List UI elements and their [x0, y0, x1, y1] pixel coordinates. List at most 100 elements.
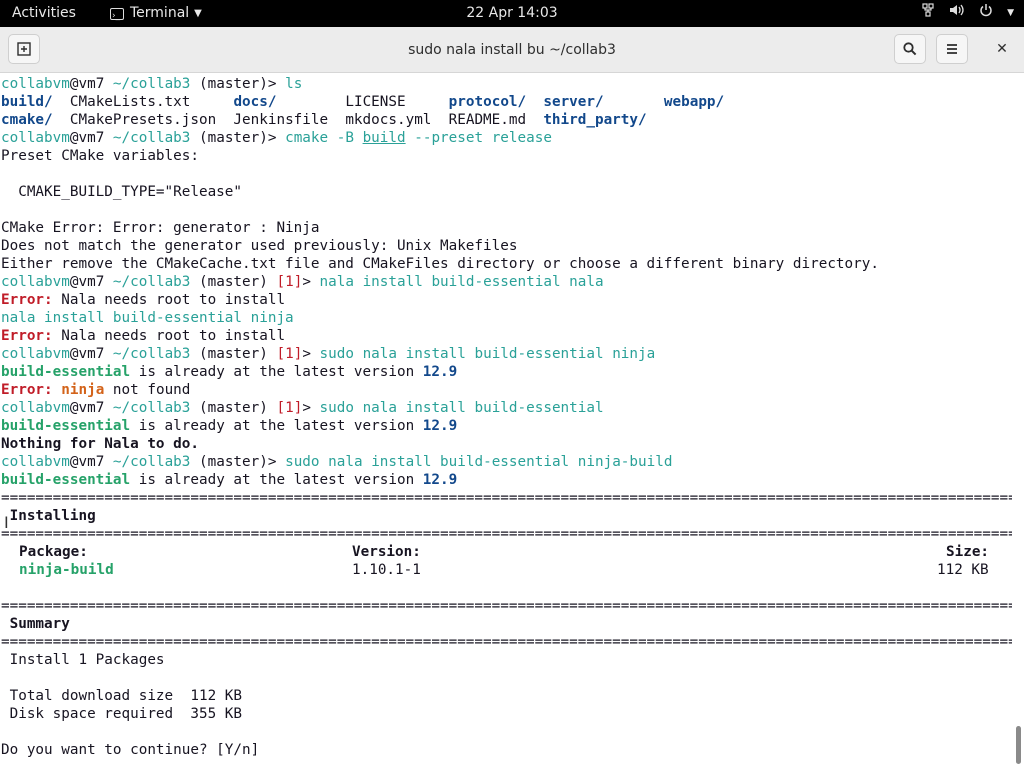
- terminal-output[interactable]: collabvm@vm7 ~/collab3 (master)> ls buil…: [0, 74, 1012, 768]
- network-icon[interactable]: [921, 0, 935, 27]
- prompt-branch: (master): [199, 274, 268, 290]
- output-line: CMAKE_BUILD_TYPE="Release": [1, 184, 243, 200]
- terminal-line: collabvm@vm7 ~/collab3 (master)> sudo na…: [1, 453, 672, 471]
- search-icon: [903, 42, 917, 56]
- prompt-user: collabvm: [1, 346, 70, 362]
- ls-row-1: build/ CMakeLists.txt docs/ LICENSE prot…: [1, 93, 724, 111]
- command: cmake: [285, 130, 329, 146]
- ls-entry: Jenkinsfile: [233, 112, 329, 128]
- terminal-line: collabvm@vm7 ~/collab3 (master) [1]> sud…: [1, 399, 604, 417]
- command-arg: install build-essential ninja: [44, 310, 294, 326]
- output-line: Total download size 112 KB: [1, 688, 243, 704]
- command: sudo: [319, 400, 354, 416]
- scrollbar-thumb[interactable]: [1016, 726, 1021, 764]
- ls-entry: server/: [543, 94, 604, 110]
- command-arg: nala: [362, 400, 398, 416]
- prompt-user: collabvm: [1, 76, 70, 92]
- prompt-end: >: [267, 454, 277, 470]
- search-button[interactable]: [894, 34, 926, 64]
- section-title: Summary: [1, 616, 70, 632]
- scrollbar[interactable]: [1012, 74, 1024, 768]
- prompt-path: ~/collab3: [112, 130, 191, 146]
- package-name: build-essential: [1, 472, 131, 488]
- version: 12.9: [422, 472, 458, 488]
- ls-entry: build/: [1, 94, 53, 110]
- command: sudo: [319, 346, 354, 362]
- clock[interactable]: 22 Apr 14:03: [466, 5, 557, 21]
- output-line: Error: Nala needs root to install: [1, 291, 285, 309]
- terminal-icon: [110, 3, 124, 30]
- output-line: build-essential is already at the latest…: [1, 417, 457, 435]
- version: 12.9: [422, 418, 458, 434]
- terminal-line: collabvm@vm7 ~/collab3 (master) [1]> sud…: [1, 345, 655, 363]
- command-arg: -B: [336, 130, 354, 146]
- prompt-host: @vm7: [69, 346, 105, 362]
- ls-entry: docs/: [233, 94, 277, 110]
- prompt-end: >: [302, 346, 311, 362]
- error-text: Nala needs root to install: [52, 292, 286, 308]
- app-menu[interactable]: Terminal ▼: [110, 0, 202, 30]
- column-header-size: Size:: [946, 544, 990, 560]
- divider: ========================================…: [1, 598, 1012, 614]
- prompt-end: >: [302, 400, 311, 416]
- prompt-host: @vm7: [69, 130, 105, 146]
- output-line: Error: Nala needs root to install: [1, 327, 285, 345]
- command-arg: install build-essential: [405, 400, 604, 416]
- prompt-path: ~/collab3: [112, 454, 191, 470]
- command: sudo: [285, 454, 320, 470]
- prompt-end: >: [302, 274, 311, 290]
- volume-icon[interactable]: [949, 0, 965, 27]
- prompt-path: ~/collab3: [112, 274, 191, 290]
- divider: ========================================…: [1, 490, 1012, 506]
- output-line: Does not match the generator used previo…: [1, 238, 518, 254]
- prompt-path: ~/collab3: [112, 400, 191, 416]
- text-cursor-icon: I: [4, 513, 9, 532]
- prompt-host: @vm7: [69, 274, 105, 290]
- ls-entry: webapp/: [663, 94, 725, 110]
- prompt-status: [1]: [276, 274, 303, 290]
- prompt-host: @vm7: [69, 400, 105, 416]
- terminal-line: collabvm@vm7 ~/collab3 (master)> ls: [1, 75, 302, 93]
- prompt-host: @vm7: [69, 454, 105, 470]
- command-arg: nala: [362, 346, 398, 362]
- command-arg: --preset release: [414, 130, 552, 146]
- output-line: Disk space required 355 KB: [1, 706, 243, 722]
- output-line: Error: ninja not found: [1, 381, 190, 399]
- close-button[interactable]: ✕: [986, 34, 1018, 64]
- activities-button[interactable]: Activities: [12, 0, 76, 27]
- close-icon: ✕: [996, 41, 1008, 57]
- command-arg: install build-essential ninja-build: [371, 454, 673, 470]
- system-tray[interactable]: ▼: [921, 0, 1014, 27]
- new-tab-button[interactable]: [8, 34, 40, 64]
- output-text: is already at the latest version: [130, 418, 423, 434]
- column-header-package: Package:: [19, 544, 88, 560]
- power-icon[interactable]: [979, 0, 993, 27]
- prompt-user: collabvm: [1, 274, 70, 290]
- continue-prompt[interactable]: Do you want to continue? [Y/n]: [1, 741, 259, 759]
- prompt-end: >: [267, 76, 277, 92]
- prompt-path: ~/collab3: [112, 76, 191, 92]
- ls-entry: CMakeLists.txt: [69, 94, 191, 110]
- version: 12.9: [422, 364, 458, 380]
- ls-entry: README.md: [448, 112, 527, 128]
- ls-row-2: cmake/ CMakePresets.json Jenkinsfile mkd…: [1, 111, 647, 129]
- ls-entry: mkdocs.yml: [345, 112, 432, 128]
- error-label: Error:: [1, 382, 53, 398]
- command: nala: [1, 310, 36, 326]
- prompt-user: collabvm: [1, 130, 70, 146]
- top-bar: Activities Terminal ▼ 22 Apr 14:03 ▼: [0, 0, 1024, 30]
- package-name: ninja-build: [19, 562, 114, 578]
- menu-button[interactable]: [936, 34, 968, 64]
- prompt-branch: (master): [199, 454, 268, 470]
- command-arg: install build-essential nala: [362, 274, 604, 290]
- section-title: Installing: [1, 508, 96, 524]
- command-arg: nala: [328, 454, 363, 470]
- output-line: Install 1 Packages: [1, 652, 165, 668]
- output-text: is already at the latest version: [130, 472, 423, 488]
- error-text: Nala needs root to install: [52, 328, 286, 344]
- window-title: sudo nala install bu ~/collab3: [408, 42, 616, 58]
- caret-down-icon: ▼: [194, 8, 202, 19]
- chevron-down-icon[interactable]: ▼: [1007, 0, 1014, 27]
- prompt-branch: (master): [199, 346, 268, 362]
- error-label: Error:: [1, 328, 53, 344]
